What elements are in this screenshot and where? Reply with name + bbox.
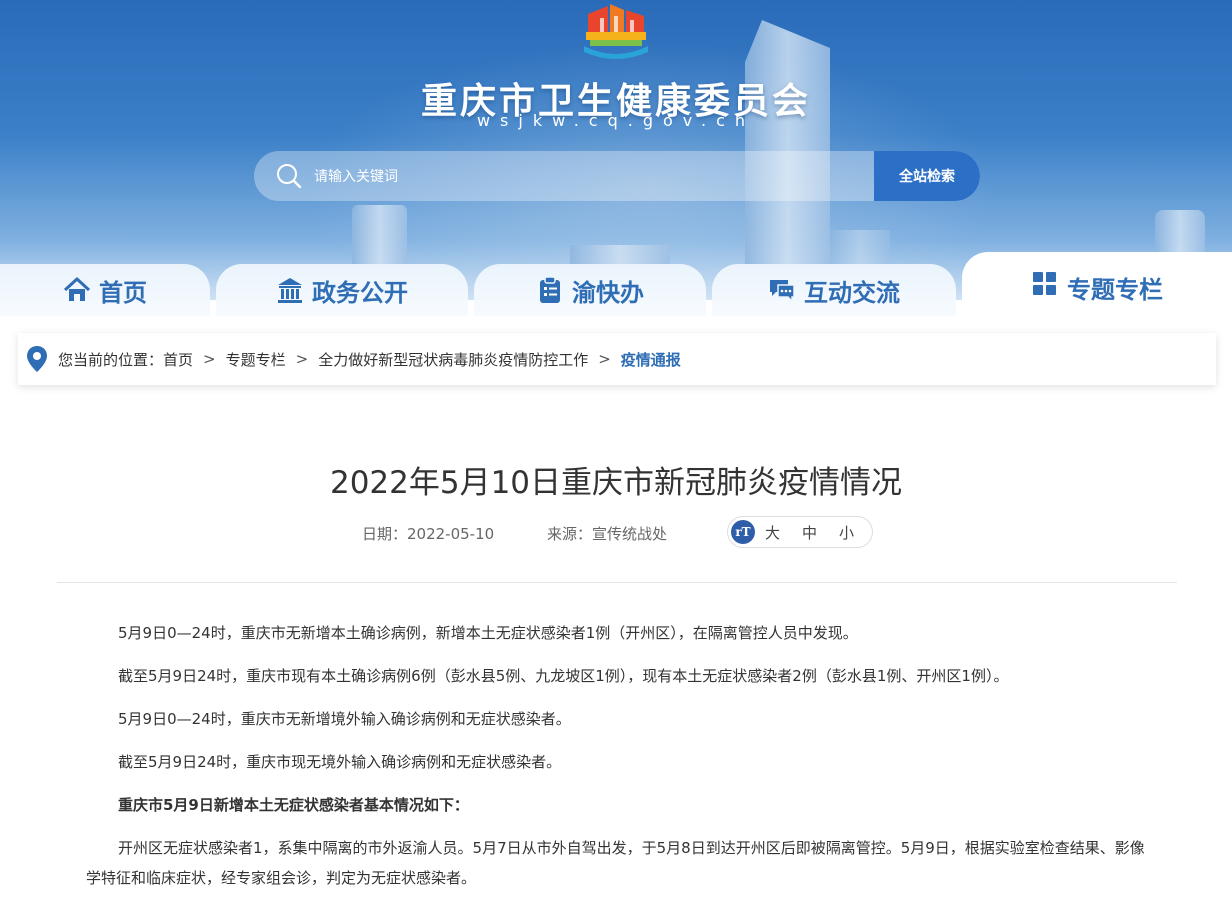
nav-item-label: 专题专栏 xyxy=(1067,276,1163,304)
chat-icon xyxy=(770,280,795,303)
breadcrumb-link-special-topics[interactable]: 专题专栏 xyxy=(226,349,286,370)
nav-item-interaction[interactable]: 互动交流 xyxy=(712,264,956,316)
government-building-logo-icon xyxy=(584,4,648,59)
location-pin-icon xyxy=(27,346,47,372)
breadcrumb-prefix: 您当前的位置： xyxy=(58,350,164,369)
nav-item-label: 互动交流 xyxy=(804,278,900,307)
article-paragraph: 截至5月9日24时，重庆市现无境外输入确诊病例和无症状感染者。 xyxy=(118,753,562,771)
search-input[interactable] xyxy=(312,151,856,201)
font-size-large-button[interactable]: 大 xyxy=(765,522,780,543)
article-paragraph: 截至5月9日24时，重庆市现有本土确诊病例6例（彭水县5例、九龙坡区1例），现有… xyxy=(118,667,1009,685)
font-size-switcher: rT 大 中 小 xyxy=(727,516,873,548)
article-source: 来源：宣传统战处 xyxy=(547,525,668,543)
article-paragraph: 5月9日0—24时，重庆市无新增本土确诊病例，新增本土无症状感染者1例（开州区）… xyxy=(118,624,858,642)
nav-item-label: 政务公开 xyxy=(312,278,408,307)
breadcrumb-separator: > xyxy=(598,350,611,368)
article-paragraph: 5月9日0—24时，重庆市无新增境外输入确诊病例和无症状感染者。 xyxy=(118,710,571,728)
breadcrumb: 您当前的位置： 首页 > 专题专栏 > 全力做好新型冠状病毒肺炎疫情防控工作 >… xyxy=(18,333,1216,385)
grid-icon xyxy=(1033,272,1056,295)
font-size-medium-button[interactable]: 中 xyxy=(802,522,817,543)
font-size-small-button[interactable]: 小 xyxy=(839,522,854,543)
article-meta: 日期：2022-05-10 来源：宣传统战处 rT 大 中 小 xyxy=(0,516,1232,548)
government-building-icon xyxy=(278,278,302,303)
home-icon xyxy=(63,277,91,301)
nav-item-home[interactable]: 首页 xyxy=(0,264,210,316)
article-title: 2022年5月10日重庆市新冠肺炎疫情情况 xyxy=(329,465,903,501)
breadcrumb-current[interactable]: 疫情通报 xyxy=(621,349,681,370)
site-search-button[interactable]: 全站检索 xyxy=(874,151,980,201)
breadcrumb-link-epidemic-prevention[interactable]: 全力做好新型冠状病毒肺炎疫情防控工作 xyxy=(318,349,588,370)
site-domain: wsjkw.cq.gov.cn xyxy=(476,111,756,130)
breadcrumb-separator: > xyxy=(203,350,216,368)
main-nav: 首页 政务公开 渝快办 互动交流 专题专栏 xyxy=(0,252,1232,316)
article-date: 日期：2022-05-10 xyxy=(362,525,495,543)
nav-item-label: 渝快办 xyxy=(572,278,644,307)
article-paragraph: 开州区无症状感染者1，系集中隔离的市外返渝人员。5月7日从市外自驾出发，于5月8… xyxy=(86,839,1145,887)
search-bar: 全站检索 xyxy=(254,151,980,201)
nav-item-government-affairs[interactable]: 政务公开 xyxy=(216,264,468,316)
article-subheading: 重庆市5月9日新增本土无症状感染者基本情况如下： xyxy=(118,796,469,814)
search-icon[interactable] xyxy=(276,163,302,189)
nav-item-label: 首页 xyxy=(99,278,147,307)
divider xyxy=(57,582,1177,583)
breadcrumb-separator: > xyxy=(295,350,309,368)
article-body: 5月9日0—24时，重庆市无新增本土确诊病例，新增本土无症状感染者1例（开州区）… xyxy=(86,622,1156,914)
breadcrumb-link-home[interactable]: 首页 xyxy=(163,349,193,370)
nav-item-yukuaiban[interactable]: 渝快办 xyxy=(474,264,706,316)
clipboard-icon xyxy=(540,276,560,303)
font-size-icon: rT xyxy=(731,520,755,544)
nav-item-special-topics[interactable]: 专题专栏 xyxy=(962,252,1232,316)
